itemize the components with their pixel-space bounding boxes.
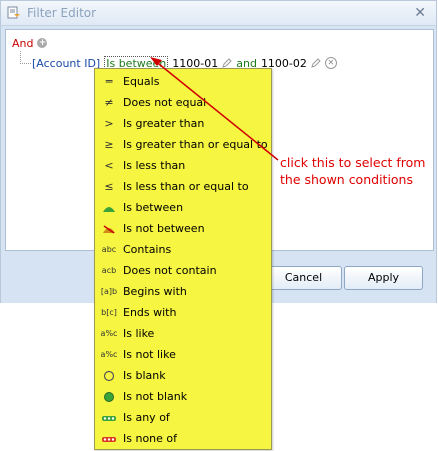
not-equal-icon: ≠ xyxy=(104,96,114,109)
equals-icon: ═ xyxy=(105,75,113,88)
blank-icon xyxy=(103,370,115,381)
contains-icon: abc xyxy=(101,245,117,254)
menu-item-not-between[interactable]: Is not between xyxy=(95,218,271,239)
menu-item-label: Is like xyxy=(123,327,155,340)
tree-connector xyxy=(20,51,31,64)
menu-item-label: Is none of xyxy=(123,432,178,445)
menu-item-between[interactable]: Is between xyxy=(95,197,271,218)
menu-item-is-any-of[interactable]: Is any of xyxy=(95,407,271,428)
menu-item-is-not-like[interactable]: a%c Is not like xyxy=(95,344,271,365)
ends-with-icon: b[c] xyxy=(101,308,117,317)
filter-editor-icon xyxy=(7,6,20,19)
window-title: Filter Editor xyxy=(27,6,97,20)
menu-item-is-like[interactable]: a%c Is like xyxy=(95,323,271,344)
add-condition-icon[interactable]: + xyxy=(37,38,48,48)
menu-item-equals[interactable]: ═ Equals xyxy=(95,71,271,92)
menu-item-is-blank[interactable]: Is blank xyxy=(95,365,271,386)
menu-item-begins-with[interactable]: [a]b Begins with xyxy=(95,281,271,302)
like-icon: a%c xyxy=(100,329,118,338)
menu-item-does-not-contain[interactable]: acb Does not contain xyxy=(95,260,271,281)
menu-item-label: Is between xyxy=(123,201,184,214)
menu-item-is-none-of[interactable]: Is none of xyxy=(95,428,271,449)
not-contain-icon: acb xyxy=(101,266,117,275)
menu-item-label: Is not between xyxy=(123,222,205,235)
menu-item-label: Equals xyxy=(123,75,160,88)
less-than-icon: < xyxy=(104,159,114,172)
not-like-icon: a%c xyxy=(100,350,118,359)
less-equal-icon: ≤ xyxy=(104,180,114,193)
annotation-line-2: the shown conditions xyxy=(280,172,413,187)
menu-item-label: Ends with xyxy=(123,306,177,319)
menu-item-label: Does not contain xyxy=(123,264,217,277)
none-of-icon xyxy=(102,436,116,442)
menu-item-label: Is less than or equal to xyxy=(123,180,249,193)
any-of-icon xyxy=(102,415,116,421)
menu-item-less-than[interactable]: < Is less than xyxy=(95,155,271,176)
not-blank-icon xyxy=(104,391,114,402)
remove-condition-icon[interactable]: ✕ xyxy=(324,57,337,69)
menu-item-label: Does not equal xyxy=(123,96,207,109)
menu-item-greater-equal[interactable]: ≥ Is greater than or equal to xyxy=(95,134,271,155)
menu-item-label: Is any of xyxy=(123,411,170,424)
between-icon xyxy=(103,206,115,212)
menu-item-label: Contains xyxy=(123,243,172,256)
apply-button[interactable]: Apply xyxy=(344,266,423,290)
annotation-line-1: click this to select from xyxy=(280,155,426,170)
condition-field[interactable]: [Account ID] xyxy=(32,57,100,70)
menu-item-label: Is greater than or equal to xyxy=(123,138,268,151)
greater-than-icon: > xyxy=(104,117,114,130)
title-bar: Filter Editor ✕ xyxy=(1,1,436,26)
menu-item-greater-than[interactable]: > Is greater than xyxy=(95,113,271,134)
cancel-button[interactable]: Cancel xyxy=(265,266,342,290)
menu-item-label: Is blank xyxy=(123,369,166,382)
greater-equal-icon: ≥ xyxy=(104,138,114,151)
begins-with-icon: [a]b xyxy=(100,287,118,296)
menu-item-label: Is less than xyxy=(123,159,186,172)
menu-item-is-not-blank[interactable]: Is not blank xyxy=(95,386,271,407)
edit-value-2-icon[interactable] xyxy=(311,58,321,68)
menu-item-label: Is not blank xyxy=(123,390,188,403)
close-icon[interactable]: ✕ xyxy=(414,6,426,20)
group-operator[interactable]: And xyxy=(12,37,33,50)
menu-item-label: Begins with xyxy=(123,285,187,298)
edit-value-1-icon[interactable] xyxy=(222,58,232,68)
annotation-text: click this to select from the shown cond… xyxy=(280,154,425,188)
menu-item-contains[interactable]: abc Contains xyxy=(95,239,271,260)
menu-item-label: Is not like xyxy=(123,348,176,361)
menu-item-does-not-equal[interactable]: ≠ Does not equal xyxy=(95,92,271,113)
menu-item-less-equal[interactable]: ≤ Is less than or equal to xyxy=(95,176,271,197)
conditions-menu: ═ Equals ≠ Does not equal > Is greater t… xyxy=(94,68,272,450)
group-row: And + xyxy=(12,36,48,50)
menu-item-label: Is greater than xyxy=(123,117,205,130)
not-between-icon xyxy=(103,224,115,234)
menu-item-ends-with[interactable]: b[c] Ends with xyxy=(95,302,271,323)
